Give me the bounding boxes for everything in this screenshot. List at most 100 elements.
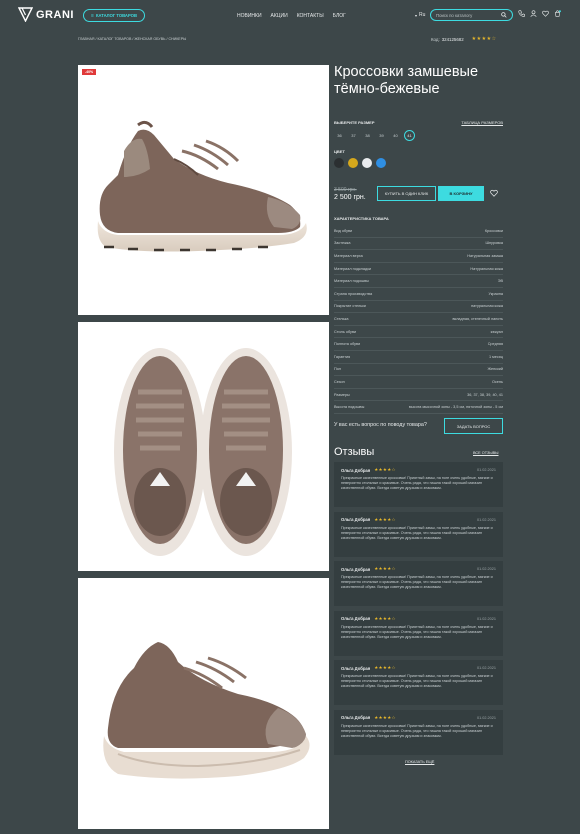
- spec-value: высота мысочной зоны - 3,5 см, пяточной …: [408, 405, 503, 410]
- spec-row: Высота подошвы высота мысочной зоны - 3,5…: [334, 401, 503, 414]
- search-input[interactable]: [436, 12, 502, 18]
- spec-key: Стиль обуви: [334, 329, 357, 334]
- size-selector: 36 37 38 39 40 41: [334, 130, 415, 141]
- site-header: GRANI ≡ КАТАЛОГ ТОВАРОВ НОВИНКИ АКЦИИ КО…: [0, 0, 580, 30]
- spec-row: Пол Женский: [334, 364, 503, 377]
- nav-link-new[interactable]: НОВИНКИ: [237, 13, 262, 19]
- color-swatch-yellow[interactable]: [348, 158, 358, 168]
- review-card: Ольга Добрая ★★★★☆ 01.02.2021 Прекрасные ка…: [334, 610, 503, 656]
- spec-row: Полнота обуви Средняя: [334, 338, 503, 351]
- add-to-cart-button[interactable]: В КОРЗИНУ: [438, 186, 484, 201]
- product-photo-top[interactable]: [78, 322, 329, 571]
- spec-key: Материал верха: [334, 253, 363, 258]
- size-label: ВЫБЕРИТЕ РАЗМЕР: [334, 120, 375, 125]
- size-table-link[interactable]: ТАБЛИЦА РАЗМЕРОВ: [461, 120, 503, 125]
- spec-value: Осень: [491, 379, 503, 384]
- review-text: Прекрасные качественные кроссовки! Прият…: [341, 723, 493, 738]
- spec-row: Размеры 36, 37, 38, 39, 40, 41: [334, 389, 503, 402]
- spec-key: Покрытие стельки: [334, 304, 366, 309]
- nav-link-blog[interactable]: БЛОГ: [333, 13, 346, 19]
- spec-value: Женский: [487, 367, 503, 372]
- spec-value: ЭВ: [497, 279, 503, 284]
- menu-icon: ≡: [91, 12, 94, 19]
- spec-key: Застежка: [334, 241, 351, 246]
- spec-row: Материал верха Натуральная замша: [334, 250, 503, 263]
- ask-question-button[interactable]: ЗАДАТЬ ВОПРОС: [444, 418, 503, 434]
- color-selector: [334, 158, 386, 168]
- specs-table: Вид обуви Кроссовки Застежка Шнуровка Матери…: [334, 225, 503, 414]
- review-date: 01.02.2021: [476, 715, 496, 720]
- show-more-link[interactable]: ПОКАЗАТЬ ЕЩЁ: [405, 760, 434, 764]
- spec-key: Высота подошвы: [334, 405, 365, 410]
- review-stars: ★★★★☆: [374, 516, 396, 522]
- old-price: 3 500 грн.: [334, 187, 357, 193]
- main-nav: НОВИНКИ АКЦИИ КОНТАКТЫ БЛОГ: [237, 13, 346, 19]
- product-code: Код: 324125682 ★★★★☆: [431, 36, 497, 42]
- review-header: Ольга Добрая ★★★★☆ 01.02.2021: [341, 715, 496, 721]
- spec-value: натуральная кожа: [471, 304, 503, 309]
- review-stars: ★★★★☆: [374, 566, 396, 571]
- color-swatch-blue[interactable]: [376, 158, 386, 168]
- spec-value: Шнуровка: [485, 241, 503, 246]
- phone-icon[interactable]: [518, 10, 525, 17]
- catalog-button[interactable]: ≡ КАТАЛОГ ТОВАРОВ: [83, 9, 145, 22]
- sneaker-angle-image: [103, 642, 310, 779]
- size-option-selected[interactable]: 41: [404, 130, 415, 141]
- all-reviews-link[interactable]: ВСЕ ОТЗЫВЫ: [473, 451, 499, 455]
- search-icon[interactable]: [501, 12, 507, 18]
- buy-one-click-button[interactable]: КУПИТЬ В ОДИН КЛИК: [377, 186, 436, 201]
- size-option[interactable]: 37: [348, 130, 359, 141]
- review-author: Ольга Добрая: [341, 616, 371, 621]
- review-text: Прекрасные качественные кроссовки! Прият…: [341, 674, 493, 689]
- review-author: Ольга Добрая: [341, 715, 371, 720]
- review-card: Ольга Добрая ★★★★☆ 01.02.2021 Прекрасные ка…: [334, 511, 503, 557]
- size-option[interactable]: 39: [376, 130, 387, 141]
- review-stars: ★★★★☆: [374, 665, 396, 670]
- spec-row: Материал подкладки Натуральная кожа: [334, 263, 503, 276]
- review-stars: ★★★★☆: [374, 467, 396, 472]
- spec-key: Вид обуви: [334, 228, 353, 233]
- logo-icon: [18, 7, 33, 22]
- user-icon[interactable]: [530, 10, 537, 17]
- color-swatch-black[interactable]: [334, 158, 344, 168]
- spec-key: Гарантия: [334, 354, 351, 359]
- review-card: Ольга Добрая ★★★★☆ 01.02.2021 Прекрасные ка…: [334, 660, 503, 705]
- breadcrumb[interactable]: ГЛАВНАЯ / КАТАЛОГ ТОВАРОВ / ЖЕНСКАЯ ОБУВ…: [78, 37, 186, 41]
- spec-row: Вид обуви Кроссовки: [334, 225, 503, 238]
- review-header: Ольга Добрая ★★★★☆ 01.02.2021: [341, 616, 496, 622]
- review-author: Ольга Добрая: [341, 467, 371, 473]
- size-option[interactable]: 40: [390, 130, 401, 141]
- review-date: 01.02.2021: [476, 616, 496, 621]
- question-text: У вас есть вопрос по поводу товара?: [334, 422, 427, 428]
- cart-icon[interactable]: [554, 10, 561, 17]
- logo[interactable]: GRANI: [18, 7, 74, 22]
- review-date: 01.02.2021: [476, 567, 496, 571]
- sneaker-side-image: [97, 120, 307, 252]
- size-option[interactable]: 38: [362, 130, 373, 141]
- spec-value: 36, 37, 38, 39, 40, 41: [467, 392, 503, 397]
- product-photo-angle[interactable]: [78, 578, 329, 829]
- size-option[interactable]: 36: [334, 130, 345, 141]
- product-photo-side[interactable]: -40%: [78, 65, 329, 315]
- spec-key: Материал подошвы: [334, 279, 369, 284]
- review-header: Ольга Добрая ★★★★☆ 01.02.2021: [341, 665, 496, 671]
- favorite-heart-icon[interactable]: [490, 189, 498, 197]
- nav-link-sales[interactable]: АКЦИИ: [271, 13, 288, 19]
- spec-row: Страна производства Украина: [334, 288, 503, 301]
- review-author: Ольга Добрая: [341, 517, 371, 522]
- spec-value: Средняя: [487, 342, 503, 347]
- chevron-down-icon: ▾: [415, 12, 418, 18]
- spec-value: Украина: [488, 291, 503, 296]
- product-title: Кроссовки замшевые тёмно-бежевые: [334, 64, 479, 97]
- price: 2 500 грн.: [334, 194, 366, 201]
- size-header: ВЫБЕРИТЕ РАЗМЕР ТАБЛИЦА РАЗМЕРОВ: [334, 120, 503, 125]
- review-stars: ★★★★☆: [374, 615, 396, 621]
- nav-link-contacts[interactable]: КОНТАКТЫ: [297, 13, 324, 19]
- heart-icon[interactable]: [542, 10, 549, 17]
- language-switcher[interactable]: ▾ Ru: [415, 12, 425, 18]
- header-icons: [518, 10, 561, 17]
- color-label: ЦВЕТ: [334, 149, 345, 154]
- color-swatch-white[interactable]: [362, 158, 372, 168]
- spec-row: Стиль обуви кэжуал: [334, 326, 503, 339]
- review-text: Прекрасные качественные кроссовки! Прият…: [341, 525, 493, 540]
